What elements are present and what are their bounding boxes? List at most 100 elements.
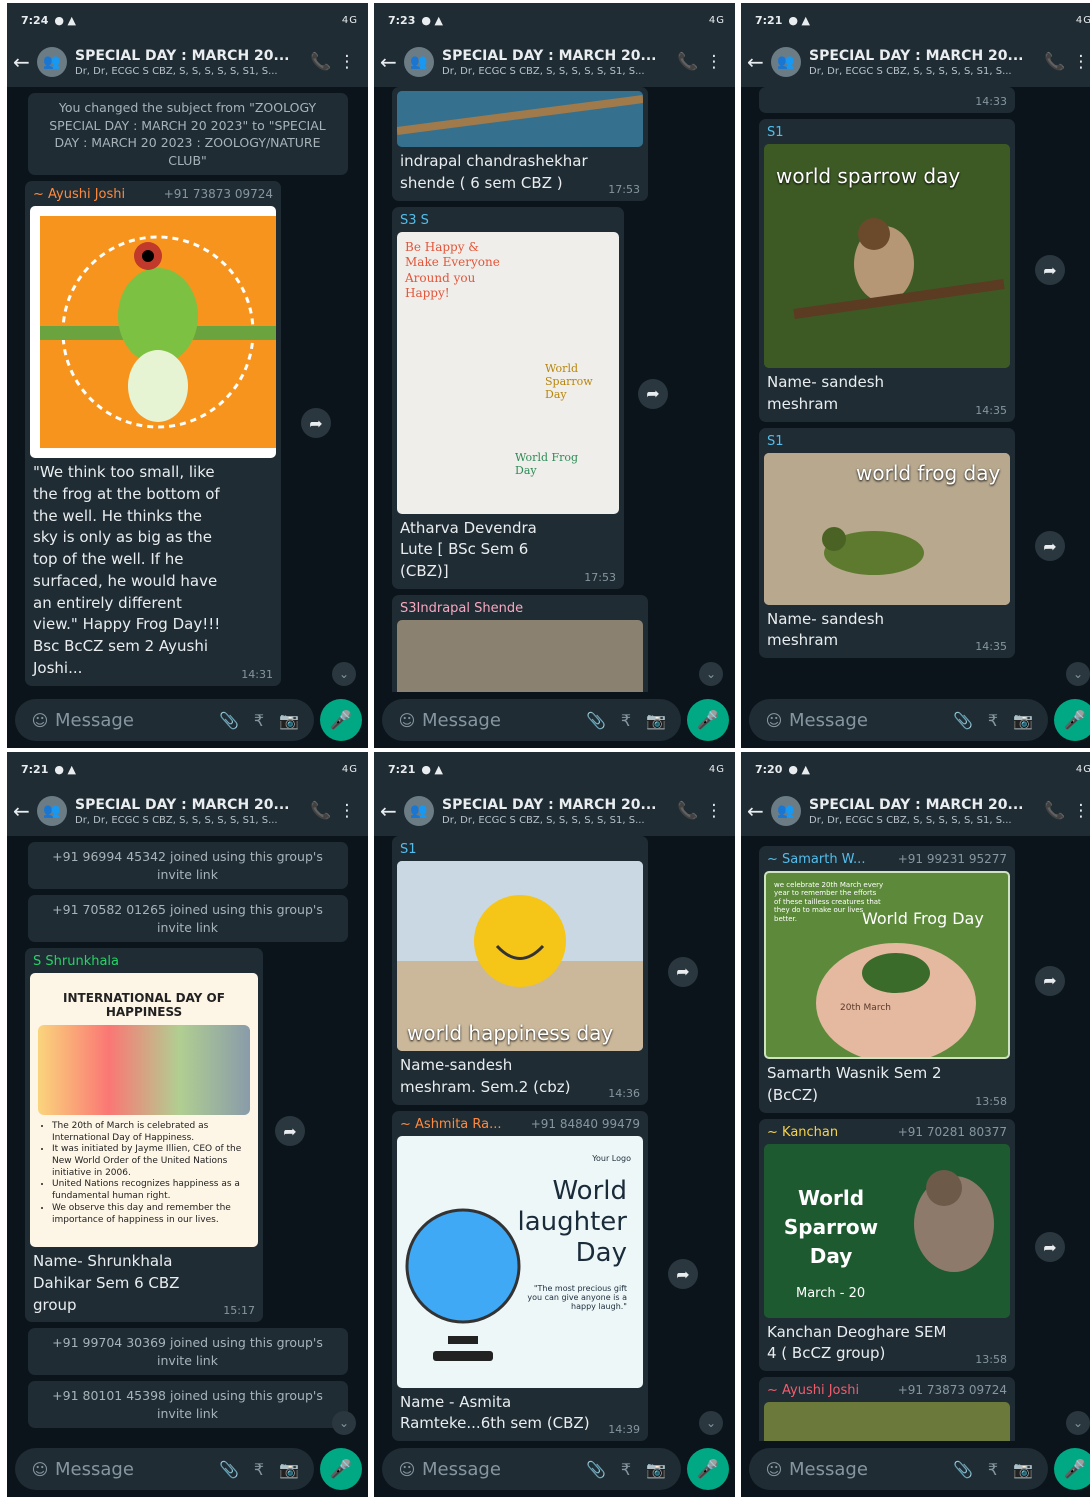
microphone-icon[interactable]: 🎤 [320,1448,362,1490]
attach-icon[interactable]: 📎 [214,711,244,730]
sender-name[interactable]: ~ Ashmita Ra... [400,1117,502,1132]
add-call-icon[interactable]: 📞 [308,52,334,72]
chat-header[interactable]: ← 👥 SPECIAL DAY : MARCH 20... Dr, Dr, EC… [374,786,735,836]
chat-header[interactable]: ← 👥 SPECIAL DAY : MARCH 20... Dr, Dr, EC… [741,37,1090,87]
message-bubble[interactable]: S Shrunkhala INTERNATIONAL DAY OF HAPPIN… [25,948,305,1323]
add-call-icon[interactable]: 📞 [308,801,334,821]
more-options-icon[interactable]: ⋮ [701,801,727,821]
scroll-down-icon[interactable]: ⌄ [1066,1411,1090,1435]
frog-day-poster-image[interactable]: we celebrate 20th March every year to re… [764,871,1010,1059]
group-avatar[interactable]: 👥 [404,47,434,77]
message-bubble[interactable]: indrapal chandrashekhar shende ( 6 sem C… [392,87,648,201]
emoji-icon[interactable]: ☺ [759,1460,789,1479]
message-input-box[interactable]: ☺ Message 📎 ₹ 📷 [382,1448,681,1490]
forward-icon[interactable]: ➦ [301,408,331,439]
add-call-icon[interactable]: 📞 [675,801,701,821]
microphone-icon[interactable]: 🎤 [687,699,729,741]
emoji-icon[interactable]: ☺ [392,1460,422,1479]
back-arrow-icon[interactable]: ← [380,50,400,74]
poster-image[interactable]: Be Happy & Make Everyone Around you Happ… [397,231,619,514]
photo-image[interactable] [397,91,643,147]
message-input-box[interactable]: ☺ Message 📎 ₹ 📷 [749,1448,1048,1490]
chat-messages[interactable]: indrapal chandrashekhar shende ( 6 sem C… [374,87,735,692]
forward-icon[interactable]: ➦ [1035,531,1065,562]
sender-name[interactable]: S3 S [397,211,619,232]
payment-icon[interactable]: ₹ [611,1460,641,1479]
chat-header[interactable]: ← 👥 SPECIAL DAY : MARCH 20... Dr, Dr, EC… [374,37,735,87]
message-input[interactable]: Message [789,710,948,731]
forward-icon[interactable]: ➦ [1035,965,1065,996]
sender-name[interactable]: S3Indrapal Shende [397,599,643,620]
payment-icon[interactable]: ₹ [244,1460,274,1479]
microphone-icon[interactable]: 🎤 [687,1448,729,1490]
scroll-down-icon[interactable]: ⌄ [332,662,356,686]
sender-name[interactable]: ~ Ayushi Joshi [33,187,125,202]
group-info[interactable]: SPECIAL DAY : MARCH 20... Dr, Dr, ECGC S… [75,797,308,826]
attach-icon[interactable]: 📎 [948,711,978,730]
back-arrow-icon[interactable]: ← [13,50,33,74]
group-info[interactable]: SPECIAL DAY : MARCH 20... Dr, Dr, ECGC S… [75,48,308,77]
chat-messages[interactable]: +91 96994 45342 joined using this group'… [7,836,368,1441]
camera-icon[interactable]: 📷 [641,1460,671,1479]
group-info[interactable]: SPECIAL DAY : MARCH 20... Dr, Dr, ECGC S… [809,797,1042,826]
message-input-box[interactable]: ☺ Message 📎 ₹ 📷 [749,699,1048,741]
payment-icon[interactable]: ₹ [978,1460,1008,1479]
message-input[interactable]: Message [55,1459,214,1480]
group-info[interactable]: SPECIAL DAY : MARCH 20... Dr, Dr, ECGC S… [442,797,675,826]
happiness-poster-image[interactable]: INTERNATIONAL DAY OF HAPPINESS The 20th … [30,973,258,1247]
sender-name[interactable]: S1 [764,432,1010,453]
group-avatar[interactable]: 👥 [37,796,67,826]
forward-icon[interactable]: ➦ [275,1116,305,1147]
message-input[interactable]: Message [422,710,581,731]
attach-icon[interactable]: 📎 [214,1460,244,1479]
microphone-icon[interactable]: 🎤 [1054,1448,1090,1490]
group-avatar[interactable]: 👥 [771,47,801,77]
message-bubble[interactable]: ~ Ayushi Joshi +91 73873 09724 "We think… [25,181,331,686]
attach-icon[interactable]: 📎 [581,711,611,730]
microphone-icon[interactable]: 🎤 [320,699,362,741]
chat-messages[interactable]: You changed the subject from "ZOOLOGY SP… [7,87,368,692]
chat-header[interactable]: ← 👥 SPECIAL DAY : MARCH 20... Dr, Dr, EC… [7,786,368,836]
scroll-down-icon[interactable]: ⌄ [332,1411,356,1435]
add-call-icon[interactable]: 📞 [675,52,701,72]
message-input-box[interactable]: ☺ Message 📎 ₹ 📷 [15,1448,314,1490]
camera-icon[interactable]: 📷 [274,1460,304,1479]
sparrow-day-poster-image[interactable]: World Sparrow Day March - 20 [764,1143,1010,1318]
attach-icon[interactable]: 📎 [581,1460,611,1479]
more-options-icon[interactable]: ⋮ [1068,801,1090,821]
sender-name[interactable]: ~ Ayushi Joshi [767,1383,859,1398]
sender-name[interactable]: S1 [397,840,643,861]
message-bubble[interactable]: ~ Samarth W... +91 99231 95277 we celebr… [759,846,1065,1113]
sparrow-photo-image[interactable]: world sparrow day [764,144,1010,368]
frog-illustration-image[interactable] [30,206,276,458]
group-avatar[interactable]: 👥 [37,47,67,77]
microphone-icon[interactable]: 🎤 [1054,699,1090,741]
photo-image[interactable] [764,1402,1010,1441]
back-arrow-icon[interactable]: ← [747,799,767,823]
laughter-day-poster-image[interactable]: Your Logo World laughter Day "The most p… [397,1135,643,1388]
add-call-icon[interactable]: 📞 [1042,52,1068,72]
scroll-down-icon[interactable]: ⌄ [699,1411,723,1435]
more-options-icon[interactable]: ⋮ [334,801,360,821]
sender-name[interactable]: ~ Samarth W... [767,852,865,867]
more-options-icon[interactable]: ⋮ [701,52,727,72]
message-bubble[interactable]: ~ Kanchan +91 70281 80377 World Sparrow … [759,1118,1065,1371]
scroll-down-icon[interactable]: ⌄ [1066,662,1090,686]
forward-icon[interactable]: ➦ [668,956,698,987]
message-bubble[interactable]: 14:33 [759,87,1015,113]
chat-header[interactable]: ← 👥 SPECIAL DAY : MARCH 20... Dr, Dr, EC… [741,786,1090,836]
message-input[interactable]: Message [55,710,214,731]
more-options-icon[interactable]: ⋮ [1068,52,1090,72]
chat-messages[interactable]: S1 world happiness day Name-sandesh mesh… [374,836,735,1441]
emoji-icon[interactable]: ☺ [759,711,789,730]
message-bubble[interactable]: S3 S Be Happy & Make Everyone Around you… [392,206,668,589]
more-options-icon[interactable]: ⋮ [334,52,360,72]
emoji-icon[interactable]: ☺ [25,1460,55,1479]
group-avatar[interactable]: 👥 [771,796,801,826]
emoji-icon[interactable]: ☺ [25,711,55,730]
forward-icon[interactable]: ➦ [638,378,668,409]
camera-icon[interactable]: 📷 [1008,711,1038,730]
attach-icon[interactable]: 📎 [948,1460,978,1479]
camera-icon[interactable]: 📷 [1008,1460,1038,1479]
message-input-box[interactable]: ☺ Message 📎 ₹ 📷 [15,699,314,741]
